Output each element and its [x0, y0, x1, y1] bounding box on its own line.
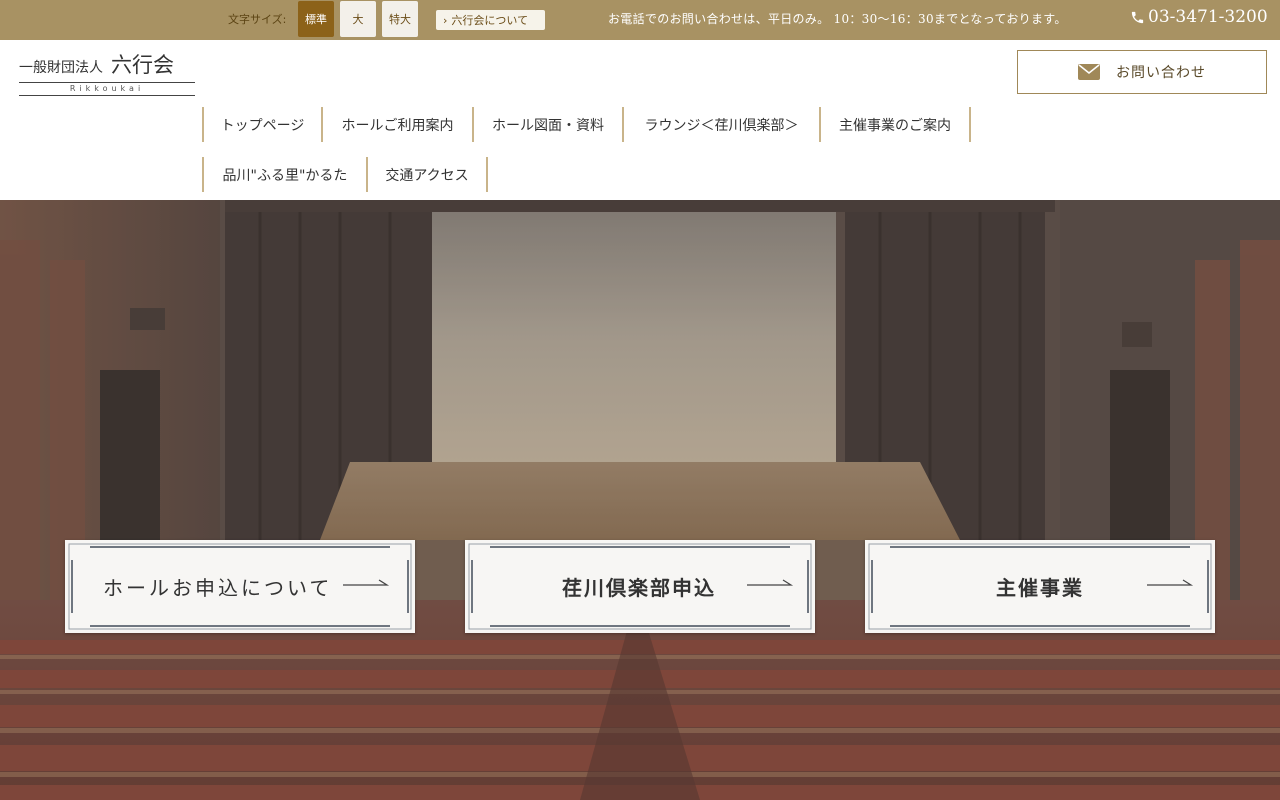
- font-size-label: 文字サイズ:: [228, 13, 287, 26]
- logo-rule: [19, 82, 195, 83]
- font-size-large-button[interactable]: 大: [340, 1, 376, 37]
- phone-icon: [1131, 11, 1144, 23]
- contact-button-label: お問い合わせ: [1116, 65, 1206, 81]
- site-header: 一般財団法人 六行会 Rikkoukai お問い合わせ トップページ ホールご利…: [0, 40, 1280, 200]
- cta-lounge-application[interactable]: 荏川倶楽部申込: [465, 540, 815, 633]
- font-size-standard-button[interactable]: 標準: [298, 1, 334, 37]
- nav-item-karuta[interactable]: 品川"ふる里"かるた: [202, 157, 368, 192]
- contact-button[interactable]: お問い合わせ: [1017, 50, 1267, 94]
- cta-events[interactable]: 主催事業: [865, 540, 1215, 633]
- nav-item-hall-drawings[interactable]: ホール図面・資料: [472, 107, 624, 142]
- phone-hours-notice: お電話でのお問い合わせは、平日のみ。 10：30～16：30までとなっております…: [608, 12, 1067, 26]
- cta-hall-application-label: ホールお申込について: [103, 576, 333, 600]
- logo-subtitle: 一般財団法人: [19, 60, 103, 76]
- font-size-xlarge-button[interactable]: 特大: [382, 1, 418, 37]
- nav-item-events[interactable]: 主催事業のご案内: [819, 107, 971, 142]
- logo-romaji: Rikkoukai: [69, 84, 145, 93]
- about-link[interactable]: › 六行会について: [436, 10, 545, 30]
- logo-text: 一般財団法人 六行会: [19, 49, 195, 79]
- phone-number: 03-3471-3200: [1148, 7, 1268, 27]
- logo-name: 六行会: [111, 53, 174, 77]
- hall-photo: [0, 200, 1280, 800]
- site-logo[interactable]: 一般財団法人 六行会 Rikkoukai: [19, 49, 195, 96]
- nav-item-top[interactable]: トップページ: [202, 107, 323, 142]
- nav-item-hall-guide[interactable]: ホールご利用案内: [321, 107, 474, 142]
- about-link-label: 六行会について: [451, 14, 529, 27]
- phone-link[interactable]: 03-3471-3200: [1130, 7, 1268, 27]
- envelope-icon: [1078, 64, 1100, 80]
- cta-hall-application[interactable]: ホールお申込について: [65, 540, 415, 633]
- cta-events-label: 主催事業: [996, 576, 1084, 600]
- nav-item-access[interactable]: 交通アクセス: [366, 157, 488, 192]
- logo-rule: [19, 95, 195, 96]
- top-utility-bar: 文字サイズ: 標準 大 特大 › 六行会について お電話でのお問い合わせは、平日…: [0, 0, 1280, 40]
- cta-lounge-application-label: 荏川倶楽部申込: [562, 576, 716, 600]
- chevron-right-icon: ›: [443, 13, 448, 27]
- hero-section: ホールお申込について 荏川倶楽部申込 主催事業: [0, 200, 1280, 800]
- nav-item-lounge[interactable]: ラウンジ＜荏川倶楽部＞: [622, 107, 821, 142]
